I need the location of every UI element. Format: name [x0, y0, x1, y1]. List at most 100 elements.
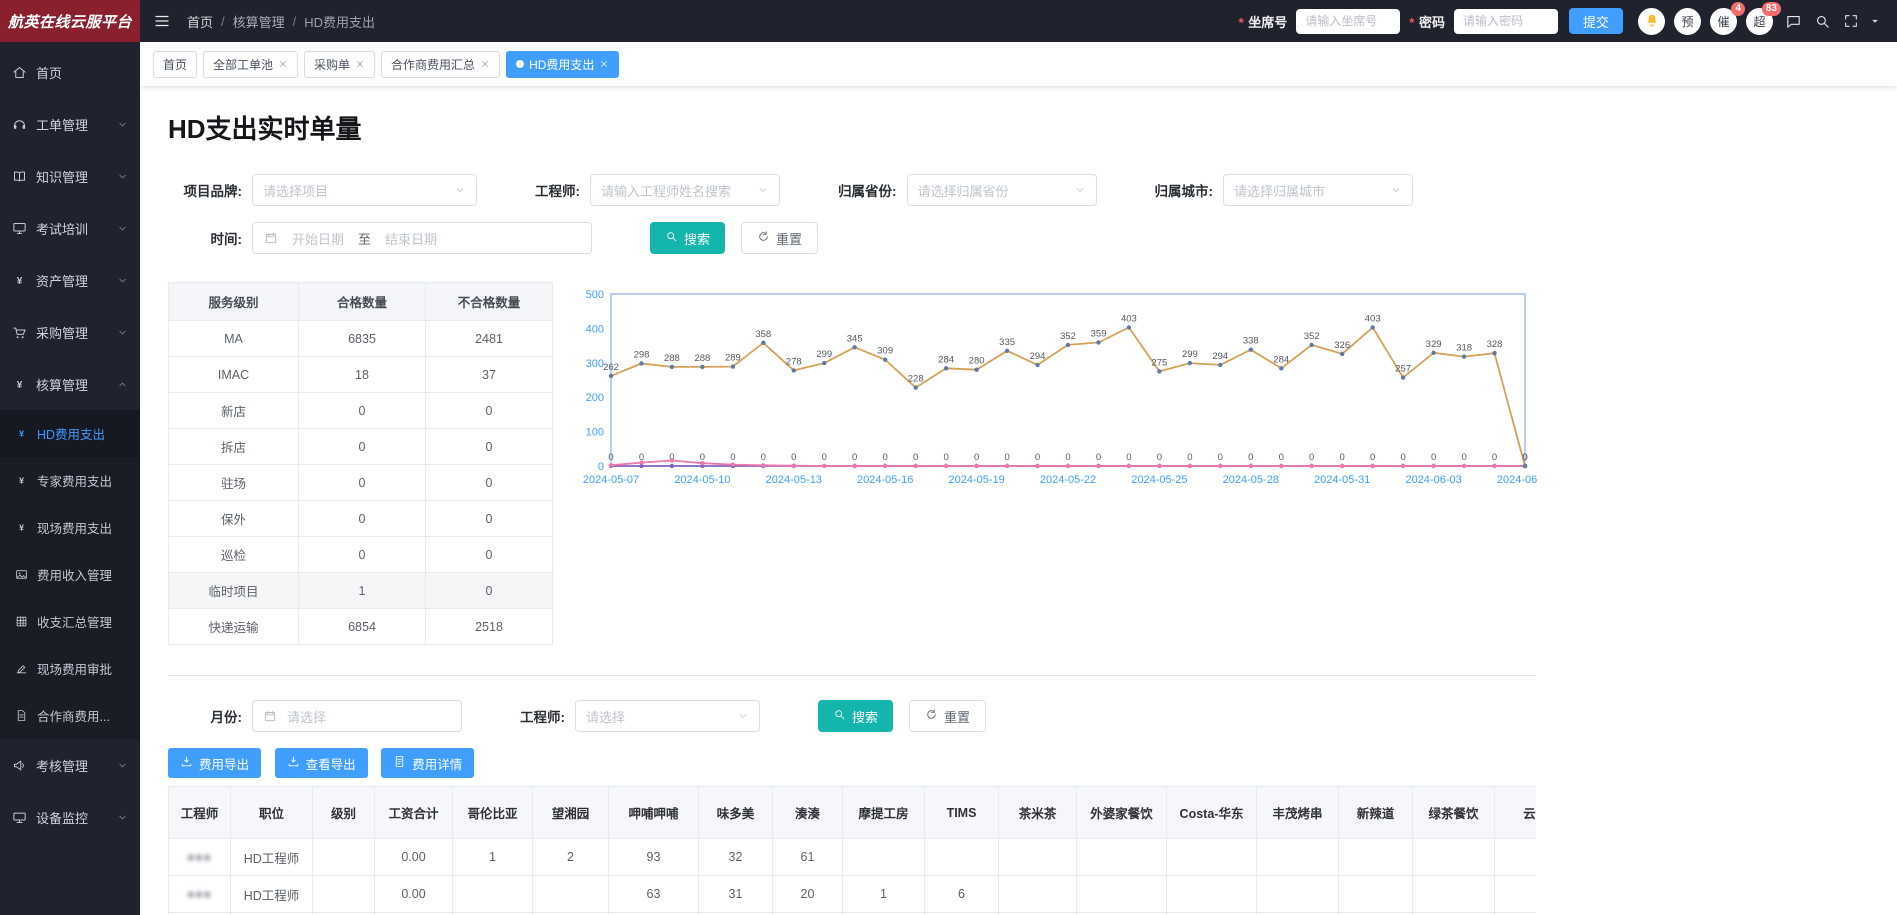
engineer-select[interactable]: 请输入工程师姓名搜索 — [590, 174, 780, 206]
notification-bell-button[interactable] — [1638, 8, 1665, 35]
quick-chao-button[interactable]: 超83 — [1746, 8, 1773, 35]
submit-button[interactable]: 提交 — [1569, 8, 1623, 34]
chevdown-icon — [737, 710, 749, 722]
stats-row[interactable]: 巡检00 — [169, 537, 553, 573]
breadcrumb-accounting[interactable]: 核算管理 — [233, 12, 285, 31]
engineer-select-2[interactable]: 请选择 — [575, 700, 760, 732]
app-logo[interactable]: 航英在线云服平台 — [0, 0, 140, 42]
stats-col-header: 服务级别 — [169, 283, 299, 321]
cost-col-header: Costa-华东 — [1167, 787, 1257, 839]
cost-col-header: 外婆家餐饮 — [1077, 787, 1167, 839]
reset-button-2[interactable]: 重置 — [909, 700, 986, 732]
stats-row[interactable]: IMAC1837 — [169, 357, 553, 393]
view-export-button[interactable]: 查看导出 — [275, 748, 368, 778]
stats-row[interactable]: 保外00 — [169, 501, 553, 537]
close-icon[interactable] — [480, 59, 490, 69]
cost-detail-button[interactable]: 费用详情 — [381, 748, 474, 778]
password-input[interactable] — [1454, 9, 1558, 34]
expand-icon — [1843, 13, 1859, 29]
tab-purchase[interactable]: 采购单 — [304, 51, 375, 78]
calendar-icon — [263, 709, 277, 723]
close-icon — [480, 59, 490, 69]
yen-icon: ¥ — [12, 273, 27, 288]
sidebar-item-training[interactable]: 考试培训 — [0, 202, 140, 254]
close-icon[interactable] — [278, 59, 288, 69]
export-cost-button[interactable]: 费用导出 — [168, 748, 261, 778]
tab-hd-expense[interactable]: HD费用支出 — [506, 51, 619, 78]
sidebar-item-accounting[interactable]: ¥核算管理 — [0, 358, 140, 410]
project-brand-select[interactable]: 请选择项目 — [252, 174, 477, 206]
yen-icon: ¥ — [15, 427, 28, 440]
svg-text:¥: ¥ — [19, 475, 24, 485]
svg-text:0: 0 — [883, 452, 888, 463]
month-picker[interactable]: 请选择 — [252, 700, 462, 732]
sidebar-item-summary-mgmt[interactable]: 收支汇总管理 — [0, 598, 140, 645]
tab-all-orders[interactable]: 全部工单池 — [203, 51, 298, 78]
fullscreen-button[interactable] — [1843, 13, 1859, 29]
close-icon[interactable] — [599, 59, 609, 69]
svg-text:0: 0 — [1248, 452, 1253, 463]
date-range-picker[interactable]: 开始日期 至 结束日期 — [252, 222, 592, 254]
message-button[interactable] — [1785, 13, 1802, 30]
filter-month: 月份: 请选择 — [168, 700, 462, 732]
sidebar-item-site-expense[interactable]: ¥现场费用支出 — [0, 504, 140, 551]
quick-yu-button[interactable]: 预 — [1674, 8, 1701, 35]
user-menu-caret[interactable] — [1868, 14, 1882, 28]
filter-project-brand: 项目品牌: 请选择项目 — [168, 174, 477, 206]
stats-row[interactable]: 快递运输68542518 — [169, 609, 553, 645]
breadcrumb-home[interactable]: 首页 — [187, 12, 213, 31]
sidebar-item-knowledge[interactable]: 知识管理 — [0, 150, 140, 202]
chevron-down-icon — [117, 327, 128, 338]
calendar-icon — [263, 709, 277, 723]
menu-collapse-icon[interactable] — [153, 12, 171, 30]
cost-row[interactable]: ●●●HD工程师0.0012933261 — [169, 839, 1537, 876]
sidebar-item-work-orders[interactable]: 工单管理 — [0, 98, 140, 150]
sidebar-item-assessment[interactable]: 考核管理 — [0, 739, 140, 791]
chevdown-icon — [757, 184, 769, 196]
tab-home[interactable]: 首页 — [153, 51, 197, 78]
sidebar-item-site-approval[interactable]: 现场费用审批 — [0, 645, 140, 692]
sidebar-item-partner-expense[interactable]: 合作商费用... — [0, 692, 140, 739]
hamburger-icon — [153, 12, 171, 30]
tab-bar: 首页全部工单池采购单合作商费用汇总HD费用支出 — [140, 42, 1897, 86]
sidebar-item-assets[interactable]: ¥资产管理 — [0, 254, 140, 306]
close-icon[interactable] — [355, 59, 365, 69]
stats-row[interactable]: 拆店00 — [169, 429, 553, 465]
svg-text:0: 0 — [852, 452, 857, 463]
sidebar-item-monitoring[interactable]: 设备监控 — [0, 791, 140, 843]
seat-input[interactable] — [1296, 9, 1400, 34]
reset-button[interactable]: 重置 — [741, 222, 818, 254]
cost-col-header: 茶米茶 — [999, 787, 1077, 839]
sidebar-item-hd-expense[interactable]: ¥HD费用支出 — [0, 410, 140, 457]
search-button[interactable]: 搜索 — [650, 222, 725, 254]
svg-text:257: 257 — [1395, 364, 1411, 375]
stats-row[interactable]: 驻场00 — [169, 465, 553, 501]
province-select[interactable]: 请选择归属省份 — [907, 174, 1097, 206]
quick-cui-button[interactable]: 催4 — [1710, 8, 1737, 35]
sidebar-item-home[interactable]: 首页 — [0, 46, 140, 98]
sidebar-item-procurement[interactable]: 采购管理 — [0, 306, 140, 358]
svg-text:0: 0 — [1096, 452, 1101, 463]
close-icon — [278, 59, 288, 69]
sidebar-item-income-mgmt[interactable]: 费用收入管理 — [0, 551, 140, 598]
chevron-up-icon — [117, 379, 128, 390]
svg-text:100: 100 — [586, 427, 604, 439]
svg-text:0: 0 — [1492, 452, 1497, 463]
filter-time: 时间: 开始日期 至 结束日期 — [168, 222, 592, 254]
stats-row[interactable]: MA68352481 — [169, 321, 553, 357]
sidebar-item-expert-expense[interactable]: ¥专家费用支出 — [0, 457, 140, 504]
city-select[interactable]: 请选择归属城市 — [1223, 174, 1413, 206]
stats-row[interactable]: 临时项目10 — [169, 573, 553, 609]
search-button-header[interactable] — [1814, 13, 1831, 30]
svg-text:0: 0 — [1126, 452, 1131, 463]
svg-text:294: 294 — [1030, 351, 1046, 362]
svg-text:0: 0 — [1279, 452, 1284, 463]
download-icon — [287, 755, 300, 768]
svg-text:298: 298 — [634, 350, 650, 361]
search-button-2[interactable]: 搜索 — [818, 700, 893, 732]
cost-row[interactable]: ●●●HD工程师0.0063312016 — [169, 876, 1537, 913]
svg-text:0: 0 — [608, 452, 613, 463]
tab-partner-summary[interactable]: 合作商费用汇总 — [381, 51, 500, 78]
stats-row[interactable]: 新店00 — [169, 393, 553, 429]
seat-label: * 坐席号 — [1239, 12, 1288, 31]
